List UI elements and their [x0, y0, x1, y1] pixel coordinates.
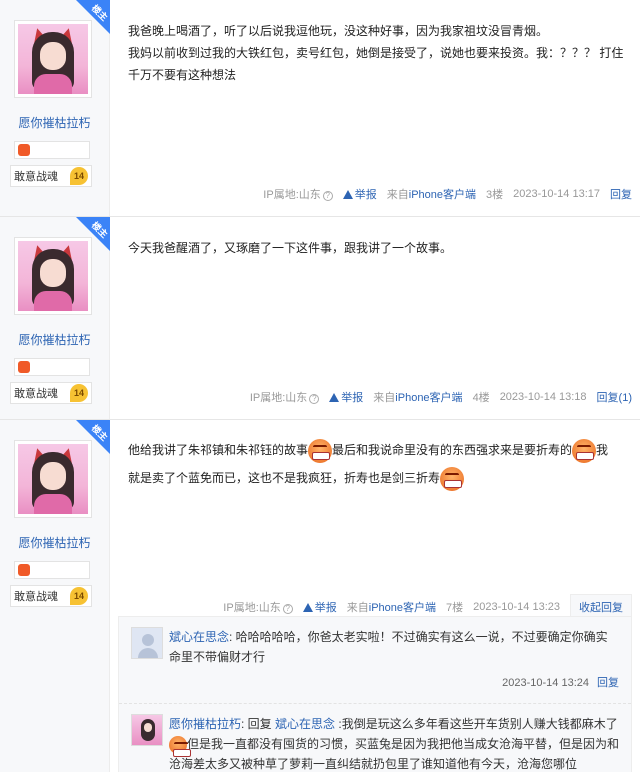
help-icon: ?: [322, 191, 333, 201]
warning-icon: [342, 190, 353, 199]
post-main: 他给我讲了朱祁镇和朱祁钰的故事 最后和我说命里没有的东西强求来是要折寿的我 就是卖…: [110, 420, 640, 772]
username-link[interactable]: 愿你摧枯拉朽: [0, 114, 109, 131]
source: 来自iPhone客户端: [386, 189, 477, 201]
username-link[interactable]: 愿你摧枯拉朽: [0, 534, 109, 551]
report-button[interactable]: 举报: [342, 186, 377, 202]
post-content: 我爸晚上喝酒了，听了以后说我逗他玩，没这种好事，因为我家祖坟没冒青烟。 我妈以前…: [128, 24, 624, 82]
avatar[interactable]: [131, 714, 163, 746]
author-sidebar: 楼主 愿你摧枯拉朽 敢意战魂 14: [0, 0, 110, 216]
angry-emoji-icon: [440, 466, 465, 491]
author-sidebar: 楼主 愿你摧枯拉朽 敢意战魂 14: [0, 217, 110, 419]
game-bag-icon[interactable]: [14, 561, 90, 579]
floor-number: 4楼: [472, 392, 490, 404]
angry-emoji-icon: [572, 438, 597, 463]
reply-button[interactable]: 回复: [597, 677, 619, 689]
post-content: 他给我讲了朱祁镇和朱祁钰的故事 最后和我说命里没有的东西强求来是要折寿的我 就是卖…: [128, 436, 630, 492]
game-bag-icon[interactable]: [14, 358, 90, 376]
floor-number: 7楼: [446, 601, 464, 614]
post-content: 今天我爸醒酒了，又琢磨了一下这件事，跟我讲了一个故事。: [128, 241, 453, 255]
avatar[interactable]: [14, 237, 92, 315]
post-main: 今天我爸醒酒了，又琢磨了一下这件事，跟我讲了一个故事。 IP属地:山东? 举报 …: [110, 217, 640, 419]
reply-username-link[interactable]: 斌心在思念: [169, 630, 229, 644]
reply-button[interactable]: 回复: [610, 186, 632, 202]
reply-text: : 哈哈哈哈哈，你爸太老实啦！不过确实有这么一说，不过要确定你确实命里不带偏财才…: [169, 630, 608, 664]
reply-username-link[interactable]: 愿你摧枯拉朽: [169, 717, 241, 731]
ip-location: IP属地:山东?: [223, 599, 293, 615]
author-sidebar: 楼主 愿你摧枯拉朽 敢意战魂 14: [0, 420, 110, 772]
level-number: 14: [70, 384, 88, 402]
post-footer: IP属地:山东? 举报 来自iPhone客户端 4楼 2023-10-14 13…: [250, 389, 632, 405]
game-bag-icon[interactable]: [14, 141, 90, 159]
username-link[interactable]: 愿你摧枯拉朽: [0, 331, 109, 348]
post-footer: IP属地:山东? 举报 来自iPhone客户端 3楼 2023-10-14 13…: [263, 186, 632, 202]
ip-location: IP属地:山东?: [263, 186, 333, 202]
level-number: 14: [70, 587, 88, 605]
reply-item: 斌心在思念: 哈哈哈哈哈，你爸太老实啦！不过确实有这么一说，不过要确定你确实命里…: [119, 617, 631, 704]
post-main: 我爸晚上喝酒了，听了以后说我逗他玩，没这种好事，因为我家祖坟没冒青烟。 我妈以前…: [110, 0, 640, 216]
post-time: 2023-10-14 13:23: [473, 600, 560, 613]
angry-emoji-icon: [308, 438, 333, 463]
avatar[interactable]: [14, 20, 92, 98]
level-name: 敢意战魂: [14, 171, 58, 183]
avatar[interactable]: [131, 627, 163, 659]
level-badge[interactable]: 敢意战魂 14: [10, 382, 92, 404]
avatar[interactable]: [14, 440, 92, 518]
level-name: 敢意战魂: [14, 388, 58, 400]
source: 来自iPhone客户端: [373, 392, 463, 404]
level-name: 敢意战魂: [14, 591, 58, 603]
report-button[interactable]: 举报: [329, 389, 363, 405]
source: 来自iPhone客户端: [346, 601, 437, 614]
level-badge[interactable]: 敢意战魂 14: [10, 585, 92, 607]
reply-meta: 2023-10-14 13:24 回复: [502, 677, 619, 689]
angry-emoji-icon: [169, 735, 191, 757]
reply-target-link[interactable]: 斌心在思念: [275, 717, 335, 731]
warning-icon: [302, 602, 313, 612]
floor-number: 3楼: [486, 189, 504, 201]
level-badge[interactable]: 敢意战魂 14: [10, 165, 92, 187]
ip-location: IP属地:山东?: [250, 389, 320, 405]
report-button[interactable]: 举报: [302, 599, 337, 615]
reply-item: 愿你摧枯拉朽: 回复 斌心在思念 :我倒是玩这么多年看这些开车货别人赚大钱都麻木…: [119, 704, 631, 772]
level-number: 14: [70, 167, 88, 185]
post-floor-4: 楼主 愿你摧枯拉朽 敢意战魂 14 今天我爸醒酒了，又琢磨了一下这件事，跟我讲了…: [0, 217, 640, 420]
help-icon: ?: [309, 394, 320, 404]
help-icon: ?: [282, 603, 293, 614]
post-floor-3: 楼主 愿你摧枯拉朽 敢意战魂 14 我爸晚上喝酒了，听了以后说我逗他玩，没这种好…: [0, 0, 640, 217]
reply-count-button[interactable]: 回复(1): [597, 389, 632, 405]
warning-icon: [329, 393, 340, 402]
post-floor-7: 楼主 愿你摧枯拉朽 敢意战魂 14 他给我讲了朱祁镇和朱祁钰的故事 最后和我说命里…: [0, 420, 640, 772]
reply-list: 斌心在思念: 哈哈哈哈哈，你爸太老实啦！不过确实有这么一说，不过要确定你确实命里…: [118, 616, 632, 772]
post-time: 2023-10-14 13:17: [513, 188, 600, 200]
post-time: 2023-10-14 13:18: [499, 391, 587, 403]
